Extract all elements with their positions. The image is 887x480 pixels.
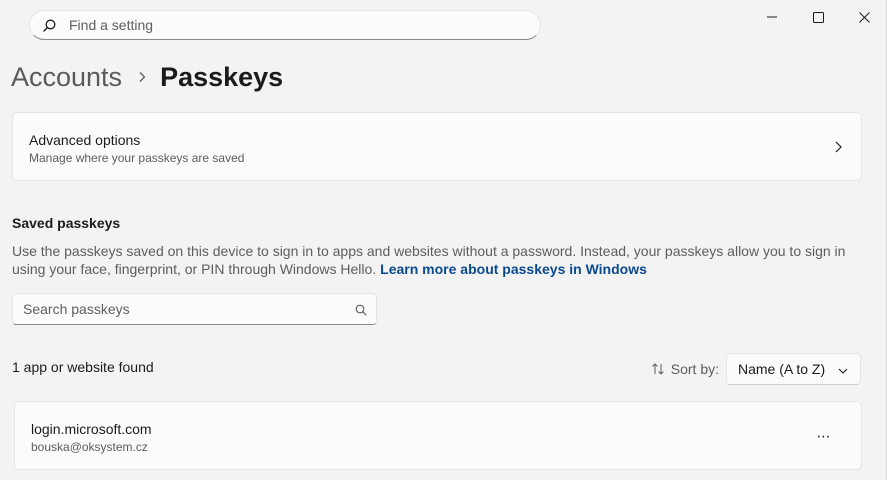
minimize-button[interactable] [749,0,795,34]
search-icon [355,303,367,316]
settings-search-box[interactable] [29,10,541,40]
list-item[interactable]: login.microsoft.com bouska@oksystem.cz ⋯ [14,401,862,470]
advanced-options-subtitle: Manage where your passkeys are saved [29,151,245,165]
close-button[interactable] [841,0,887,34]
chevron-right-icon [138,71,146,83]
sort-value: Name (A to Z) [738,361,826,377]
result-count: 1 app or website found [12,359,154,375]
more-options-button[interactable]: ⋯ [809,426,839,446]
maximize-button[interactable] [795,0,841,34]
passkey-search-input[interactable] [23,301,343,317]
search-icon [42,18,56,32]
settings-search-input[interactable] [69,17,509,33]
breadcrumb-accounts[interactable]: Accounts [11,62,122,93]
saved-passkeys-description: Use the passkeys saved on this device to… [12,242,872,278]
page-title: Passkeys [160,61,284,92]
sort-icon [651,362,665,376]
passkey-user: bouska@oksystem.cz [31,440,148,454]
chevron-right-icon [833,140,843,154]
advanced-options-card[interactable]: Advanced options Manage where your passk… [12,112,862,181]
sort-dropdown[interactable]: Name (A to Z) [726,353,861,385]
maximize-icon [812,11,824,23]
minimize-icon [767,16,777,18]
advanced-options-title: Advanced options [29,132,141,148]
passkey-search-box[interactable] [12,293,377,325]
passkey-site: login.microsoft.com [31,421,152,437]
sort-label: Sort by: [670,361,719,377]
close-icon [858,11,870,23]
learn-more-link[interactable]: Learn more about passkeys in Windows [380,261,647,277]
saved-passkeys-heading: Saved passkeys [12,215,121,231]
caption-buttons [749,0,887,34]
breadcrumb: Accounts Passkeys [11,58,283,96]
chevron-down-icon [838,361,848,377]
sort-control: Sort by: Name (A to Z) [651,353,861,385]
